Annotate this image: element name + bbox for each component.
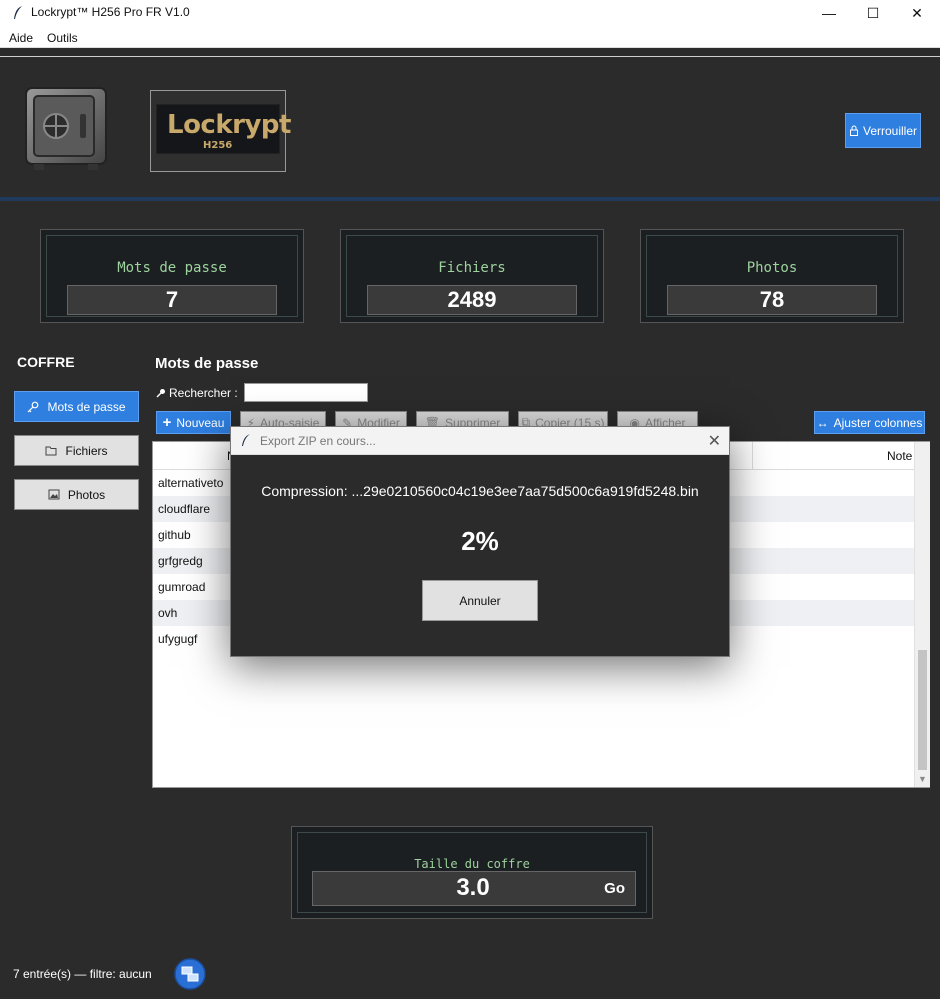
sidebar-item-label: Photos: [67, 487, 106, 502]
key-icon: [28, 401, 39, 412]
search-input[interactable]: [244, 383, 368, 402]
logo-text: Lockrypt: [167, 110, 291, 140]
stat-card-frame: Photos 78: [646, 235, 898, 317]
stat-label: Mots de passe: [117, 260, 227, 276]
lock-button-label: Verrouiller: [862, 123, 918, 138]
sidebar-item-label: Fichiers: [65, 443, 108, 458]
fit-columns-label: Ajuster colonnes: [833, 415, 923, 430]
stat-card-passwords: Mots de passe 7: [40, 229, 304, 323]
logo-frame: Lockrypt H256: [150, 90, 291, 172]
dialog-close-icon[interactable]: ✕: [708, 431, 721, 451]
stat-card-files: Fichiers 2489: [340, 229, 604, 323]
feather-icon: [14, 6, 22, 19]
menu-bar: Aide Outils: [0, 26, 940, 48]
divider: [0, 56, 940, 57]
dialog-title-bar: Export ZIP en cours... ✕: [231, 427, 729, 455]
search-key-icon: [156, 389, 165, 398]
stat-label: Fichiers: [438, 260, 506, 276]
scroll-down-icon[interactable]: ▼: [918, 774, 927, 784]
vault-size-box: 3.0 Go: [312, 871, 636, 906]
dialog-title: Export ZIP en cours...: [260, 434, 376, 448]
sidebar-item-label: Mots de passe: [47, 399, 126, 414]
vault-size-unit: Go: [604, 880, 625, 897]
window-title: Lockrypt™ H256 Pro FR V1.0: [31, 5, 190, 19]
new-button[interactable]: + Nouveau: [156, 411, 231, 434]
resize-icon: ↔: [816, 415, 829, 430]
stat-value: 78: [667, 285, 877, 315]
search-label: Rechercher :: [156, 386, 238, 400]
sidebar-title: COFFRE: [17, 354, 75, 370]
fit-columns-button[interactable]: ↔ Ajuster colonnes: [814, 411, 925, 434]
status-text: 7 entrée(s) — filtre: aucun: [13, 967, 152, 981]
new-button-label: Nouveau: [176, 415, 225, 430]
close-button[interactable]: ✕: [894, 0, 940, 26]
logo: Lockrypt H256: [156, 104, 291, 154]
table-scrollbar[interactable]: ▼: [914, 442, 930, 787]
stat-card-frame: Fichiers 2489: [346, 235, 598, 317]
maximize-button[interactable]: ☐: [850, 0, 896, 26]
progress-percent: 2%: [461, 526, 499, 556]
column-header-note[interactable]: Note: [887, 449, 912, 463]
compression-message: Compression: ...29e0210560c04c19e3ee7aa7…: [261, 483, 699, 499]
minimize-button[interactable]: —: [806, 0, 852, 26]
stat-card-frame: Mots de passe 7: [46, 235, 298, 317]
search-label-text: Rechercher :: [169, 386, 238, 400]
vault-size-label: Taille du coffre: [414, 857, 530, 871]
stat-card-photos: Photos 78: [640, 229, 904, 323]
sidebar-item-photos[interactable]: Photos: [14, 479, 139, 510]
network-icon: [174, 958, 206, 990]
logo-subtitle: H256: [203, 140, 233, 151]
sidebar-item-files[interactable]: Fichiers: [14, 435, 139, 466]
cancel-button[interactable]: Annuler: [422, 580, 538, 621]
image-icon: [48, 489, 60, 500]
scroll-thumb[interactable]: [918, 650, 927, 770]
header-divider: [0, 197, 940, 201]
stat-value: 7: [67, 285, 277, 315]
folder-icon: [45, 446, 57, 456]
safe-icon: [25, 87, 107, 170]
vault-size-value: 3.0: [456, 874, 490, 901]
section-title: Mots de passe: [155, 355, 259, 372]
feather-icon: [242, 434, 250, 446]
title-bar: Lockrypt™ H256 Pro FR V1.0 — ☐ ✕: [0, 0, 940, 26]
stat-label: Photos: [746, 260, 798, 276]
lock-button[interactable]: Verrouiller: [845, 113, 921, 148]
vault-size-frame: Taille du coffre 3.0 Go: [297, 832, 647, 913]
stat-value: 2489: [367, 285, 577, 315]
vault-size-card: Taille du coffre 3.0 Go: [291, 826, 653, 919]
menu-aide[interactable]: Aide: [9, 31, 33, 45]
column-divider: [752, 442, 753, 470]
plus-icon: +: [162, 414, 172, 431]
export-dialog: Export ZIP en cours... ✕ Compression: ..…: [230, 426, 730, 657]
menu-outils[interactable]: Outils: [47, 31, 78, 45]
lock-icon: [849, 125, 858, 136]
sidebar-item-passwords[interactable]: Mots de passe: [14, 391, 139, 422]
